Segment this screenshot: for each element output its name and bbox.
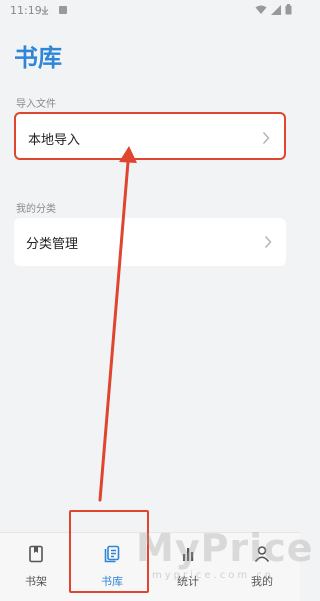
category-manage-label: 分类管理 <box>26 237 79 252</box>
category-manage-item[interactable]: 分类管理 <box>14 218 286 266</box>
local-import-item[interactable]: 本地导入 <box>14 112 286 160</box>
tab-bookshelf-label: 书架 <box>25 575 47 588</box>
wifi-icon <box>255 5 267 14</box>
status-bar: 11:19 <box>0 0 300 24</box>
status-time: 11:19 <box>10 4 42 17</box>
battery-icon <box>285 4 292 15</box>
tab-bookshelf[interactable]: 书架 <box>6 533 66 601</box>
download-icon <box>41 6 49 15</box>
local-import-label: 本地导入 <box>28 133 81 148</box>
watermark: MyPrice <box>136 526 314 570</box>
category-section-label: 我的分类 <box>16 204 56 215</box>
annotation-arrow <box>98 146 137 502</box>
import-section-label: 导入文件 <box>16 99 56 110</box>
signal-icon <box>271 4 281 15</box>
page-title: 书库 <box>14 44 62 72</box>
chevron-right-icon <box>262 131 270 145</box>
chevron-right-icon <box>264 235 272 249</box>
bookshelf-icon <box>29 545 43 563</box>
watermark-url: myprice.com.cn <box>152 570 275 581</box>
notification-icon <box>59 6 67 14</box>
